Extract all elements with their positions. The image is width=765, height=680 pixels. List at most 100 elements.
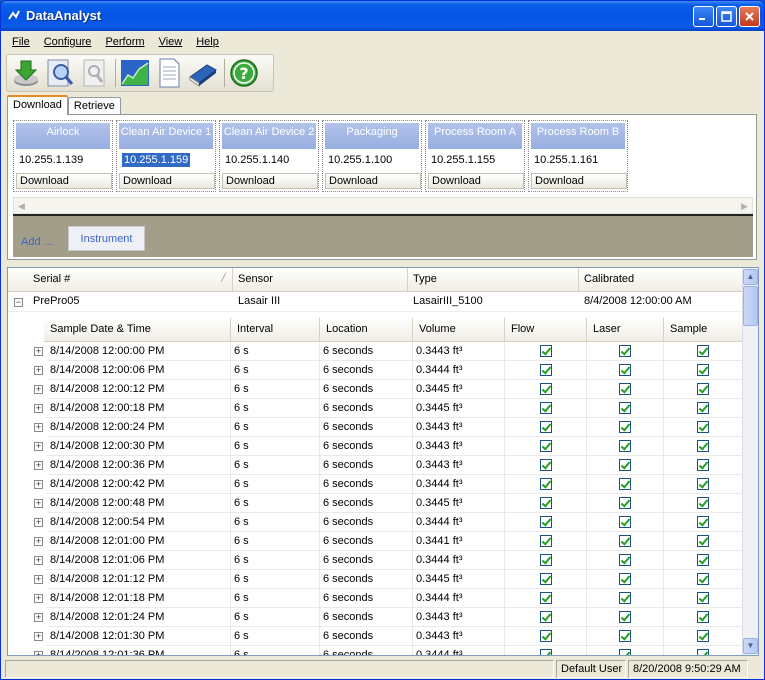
- header-sample-datetime[interactable]: Sample Date & Time: [44, 318, 231, 342]
- expand-icon[interactable]: +: [34, 556, 43, 565]
- flow-checkbox[interactable]: [539, 478, 552, 490]
- tab-retrieve[interactable]: Retrieve: [67, 97, 121, 115]
- laser-checkbox[interactable]: [619, 364, 631, 376]
- menu-configure[interactable]: Configure: [37, 34, 99, 52]
- sample-row[interactable]: +8/14/2008 12:00:00 PM 6 s6 seconds 0.3443…: [8, 342, 743, 361]
- sample-checkbox[interactable]: [697, 478, 709, 490]
- expand-icon[interactable]: +: [34, 632, 43, 641]
- scroll-thumb[interactable]: [743, 286, 758, 326]
- header-sensor[interactable]: Sensor: [233, 268, 408, 292]
- device-ip-field[interactable]: 10.255.1.140: [223, 152, 317, 169]
- menu-help[interactable]: Help: [189, 34, 226, 52]
- add-link[interactable]: Add ...: [21, 236, 53, 248]
- instrument-row[interactable]: − PrePro05 Lasair III LasairIII_5100 8/4…: [8, 292, 743, 312]
- sample-checkbox[interactable]: [697, 459, 709, 471]
- minimize-button[interactable]: [693, 6, 714, 27]
- sample-row[interactable]: +8/14/2008 12:00:30 PM 6 s6 seconds 0.3443…: [8, 437, 743, 456]
- laser-checkbox[interactable]: [619, 516, 631, 528]
- sample-row[interactable]: +8/14/2008 12:00:18 PM 6 s6 seconds 0.3445…: [8, 399, 743, 418]
- laser-checkbox[interactable]: [619, 478, 631, 490]
- device-download-button[interactable]: Download: [16, 173, 112, 189]
- sample-row[interactable]: +8/14/2008 12:01:00 PM 6 s6 seconds 0.3441…: [8, 532, 743, 551]
- chart-button[interactable]: [119, 57, 151, 89]
- sample-checkbox[interactable]: [697, 535, 709, 547]
- expand-icon[interactable]: +: [34, 537, 43, 546]
- maximize-button[interactable]: [716, 6, 737, 27]
- device-ip-field[interactable]: 10.255.1.139: [17, 152, 111, 169]
- flow-checkbox[interactable]: [539, 440, 552, 452]
- sample-checkbox[interactable]: [697, 592, 709, 604]
- flow-checkbox[interactable]: [539, 345, 552, 357]
- sample-checkbox[interactable]: [697, 497, 709, 509]
- laser-checkbox[interactable]: [619, 383, 631, 395]
- scroll-left-icon[interactable]: ◀: [18, 201, 25, 212]
- add-instrument-button[interactable]: Instrument: [68, 226, 145, 251]
- laser-checkbox[interactable]: [619, 421, 631, 433]
- expand-icon[interactable]: +: [34, 613, 43, 622]
- expand-icon[interactable]: +: [34, 499, 43, 508]
- header-volume[interactable]: Volume: [413, 318, 505, 342]
- laser-checkbox[interactable]: [619, 440, 631, 452]
- laser-checkbox[interactable]: [619, 611, 631, 623]
- laser-checkbox[interactable]: [619, 345, 631, 357]
- sample-row[interactable]: +8/14/2008 12:01:30 PM 6 s6 seconds 0.3443…: [8, 627, 743, 646]
- device-scrollbar[interactable]: ◀ ▶: [13, 197, 753, 214]
- scroll-right-icon[interactable]: ▶: [741, 201, 748, 212]
- expand-icon[interactable]: +: [34, 518, 43, 527]
- device-ip-field[interactable]: 10.255.1.100: [326, 152, 420, 169]
- laser-checkbox[interactable]: [619, 630, 631, 642]
- header-serial[interactable]: Serial # ╱: [8, 268, 233, 292]
- report-search-button[interactable]: [78, 57, 110, 89]
- menu-file[interactable]: File: [5, 34, 37, 52]
- sample-checkbox[interactable]: [697, 611, 709, 623]
- laser-checkbox[interactable]: [619, 573, 631, 585]
- sample-checkbox[interactable]: [697, 421, 709, 433]
- sample-row[interactable]: +8/14/2008 12:01:18 PM 6 s6 seconds 0.3444…: [8, 589, 743, 608]
- device-ip-field[interactable]: 10.255.1.159: [120, 152, 214, 169]
- flow-checkbox[interactable]: [539, 630, 552, 642]
- title-bar[interactable]: DataAnalyst: [1, 1, 764, 31]
- sample-checkbox[interactable]: [697, 345, 709, 357]
- expand-icon[interactable]: +: [34, 366, 43, 375]
- flow-checkbox[interactable]: [539, 364, 552, 376]
- sample-row[interactable]: +8/14/2008 12:00:42 PM 6 s6 seconds 0.3444…: [8, 475, 743, 494]
- book-button[interactable]: [187, 57, 219, 89]
- sample-row[interactable]: +8/14/2008 12:01:12 PM 6 s6 seconds 0.3445…: [8, 570, 743, 589]
- menu-view[interactable]: View: [152, 34, 190, 52]
- flow-checkbox[interactable]: [539, 535, 552, 547]
- sample-checkbox[interactable]: [697, 573, 709, 585]
- laser-checkbox[interactable]: [619, 459, 631, 471]
- sample-row[interactable]: +8/14/2008 12:00:54 PM 6 s6 seconds 0.3444…: [8, 513, 743, 532]
- sample-row[interactable]: +8/14/2008 12:00:48 PM 6 s6 seconds 0.3445…: [8, 494, 743, 513]
- sample-row[interactable]: +8/14/2008 12:01:06 PM 6 s6 seconds 0.3444…: [8, 551, 743, 570]
- flow-checkbox[interactable]: [539, 516, 552, 528]
- device-download-button[interactable]: Download: [325, 173, 421, 189]
- flow-checkbox[interactable]: [539, 383, 552, 395]
- expand-icon[interactable]: +: [34, 423, 43, 432]
- expand-icon[interactable]: +: [34, 347, 43, 356]
- expand-icon[interactable]: +: [34, 651, 43, 655]
- document-button[interactable]: [153, 57, 185, 89]
- device-ip-field[interactable]: 10.255.1.155: [429, 152, 523, 169]
- collapse-icon[interactable]: −: [14, 298, 23, 307]
- device-download-button[interactable]: Download: [531, 173, 627, 189]
- laser-checkbox[interactable]: [619, 554, 631, 566]
- sample-row[interactable]: +8/14/2008 12:00:24 PM 6 s6 seconds 0.3443…: [8, 418, 743, 437]
- expand-icon[interactable]: +: [34, 404, 43, 413]
- flow-checkbox[interactable]: [539, 421, 552, 433]
- flow-checkbox[interactable]: [539, 573, 552, 585]
- flow-checkbox[interactable]: [539, 402, 552, 414]
- laser-checkbox[interactable]: [619, 402, 631, 414]
- sample-row[interactable]: +8/14/2008 12:01:24 PM 6 s6 seconds 0.3443…: [8, 608, 743, 627]
- header-interval[interactable]: Interval: [231, 318, 320, 342]
- sample-checkbox[interactable]: [697, 516, 709, 528]
- header-type[interactable]: Type: [408, 268, 579, 292]
- device-download-button[interactable]: Download: [428, 173, 524, 189]
- expand-icon[interactable]: +: [34, 575, 43, 584]
- grid-scrollbar[interactable]: ▲ ▼: [742, 268, 758, 655]
- expand-icon[interactable]: +: [34, 594, 43, 603]
- scroll-down-icon[interactable]: ▼: [743, 638, 758, 654]
- flow-checkbox[interactable]: [539, 592, 552, 604]
- sample-checkbox[interactable]: [697, 554, 709, 566]
- expand-icon[interactable]: +: [34, 480, 43, 489]
